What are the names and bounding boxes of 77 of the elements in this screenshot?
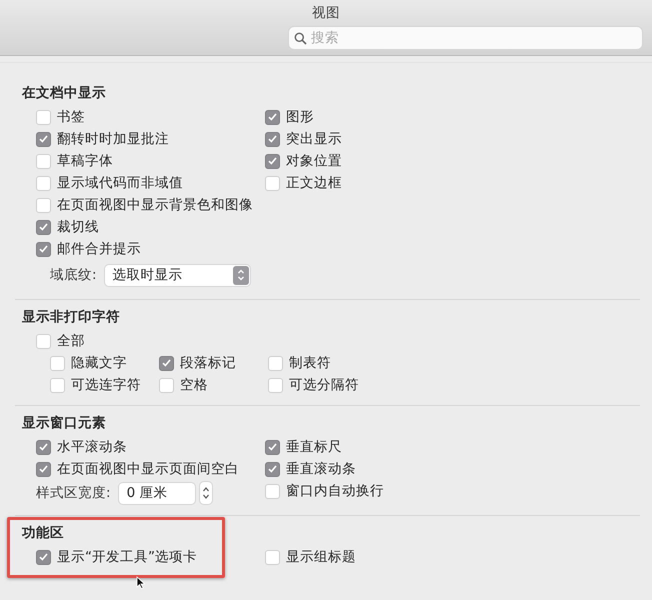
checkbox-label: 突出显示 [286, 130, 342, 148]
checkbox[interactable] [265, 176, 280, 190]
checkbox-label: 正文边框 [286, 174, 342, 192]
checkbox[interactable] [36, 462, 51, 476]
check-icon [39, 443, 48, 451]
checkbox-label: 垂直标尺 [286, 438, 342, 456]
field-label: 域底纹: [50, 266, 97, 284]
check-icon [268, 135, 277, 143]
checkbox-label: 隐藏文字 [71, 354, 127, 372]
checkbox-label: 全部 [57, 332, 85, 350]
checkbox[interactable] [36, 132, 51, 146]
checkbox-label: 草稿字体 [57, 152, 113, 170]
checkbox[interactable] [36, 334, 51, 348]
checkbox-label: 在页面视图中显示页面间空白 [57, 460, 239, 478]
checkbox-label: 翻转时时加显批注 [57, 130, 169, 148]
updown-arrows-icon[interactable] [232, 266, 249, 284]
checkbox[interactable] [268, 378, 283, 392]
window-title: 视图 [312, 4, 340, 22]
stepper-control[interactable] [200, 482, 212, 504]
checkbox[interactable] [36, 110, 51, 124]
search-field[interactable]: 搜索 [289, 27, 642, 49]
checkbox[interactable] [265, 484, 280, 498]
section-title: 在文档中显示 [22, 84, 107, 103]
check-icon [268, 113, 277, 121]
checkbox[interactable] [159, 356, 174, 370]
checkbox-label: 空格 [180, 376, 208, 394]
checkbox[interactable] [265, 462, 280, 476]
search-icon [294, 32, 307, 45]
check-icon [39, 465, 48, 473]
updown-arrows-icon [202, 485, 210, 501]
checkbox[interactable] [50, 356, 65, 370]
checkbox[interactable] [265, 550, 280, 564]
checkbox[interactable] [50, 378, 65, 392]
checkbox-label: 制表符 [289, 354, 331, 372]
check-icon [162, 359, 171, 367]
field-label: 样式区宽度: [36, 484, 111, 502]
checkbox-label: 可选连字符 [71, 376, 141, 394]
checkbox-label: 可选分隔符 [289, 376, 359, 394]
shading-dropdown[interactable]: 选取时显示 [104, 264, 250, 286]
section-title: 显示非打印字符 [22, 308, 121, 327]
checkbox[interactable] [36, 176, 51, 190]
check-icon [39, 245, 48, 253]
width-field[interactable]: 0 厘米 [118, 482, 195, 504]
checkbox-label: 显示域代码而非域值 [57, 174, 183, 192]
checkbox[interactable] [36, 198, 51, 212]
checkbox[interactable] [265, 440, 280, 454]
section-title: 显示窗口元素 [22, 414, 107, 433]
checkbox-label: 书签 [57, 108, 85, 126]
checkbox[interactable] [36, 550, 51, 564]
section-title: 功能区 [22, 524, 65, 543]
mouse-pointer-icon [136, 576, 145, 589]
checkbox-label: 水平滚动条 [57, 438, 127, 456]
checkbox-label: 窗口内自动换行 [286, 482, 384, 500]
checkbox[interactable] [36, 242, 51, 256]
checkbox[interactable] [268, 356, 283, 370]
checkbox[interactable] [36, 220, 51, 234]
checkbox-label: 垂直滚动条 [286, 460, 356, 478]
checkbox-label: 图形 [286, 108, 314, 126]
checkbox-label: 段落标记 [180, 354, 236, 372]
checkbox-label: 显示组标题 [286, 548, 356, 566]
check-icon [268, 443, 277, 451]
checkbox-label: 邮件合并提示 [57, 240, 141, 258]
checkbox[interactable] [265, 154, 280, 168]
checkbox[interactable] [265, 110, 280, 124]
checkbox[interactable] [159, 378, 174, 392]
check-icon [268, 157, 277, 165]
check-icon [39, 223, 48, 231]
checkbox[interactable] [36, 154, 51, 168]
check-icon [268, 465, 277, 473]
check-icon [39, 135, 48, 143]
checkbox[interactable] [36, 440, 51, 454]
checkbox-label: 裁切线 [57, 218, 99, 236]
checkbox-label: 显示“开发工具”选项卡 [57, 548, 197, 566]
checkbox-label: 在页面视图中显示背景色和图像 [57, 196, 253, 214]
checkbox[interactable] [265, 132, 280, 146]
check-icon [39, 553, 48, 561]
checkbox-label: 对象位置 [286, 152, 342, 170]
